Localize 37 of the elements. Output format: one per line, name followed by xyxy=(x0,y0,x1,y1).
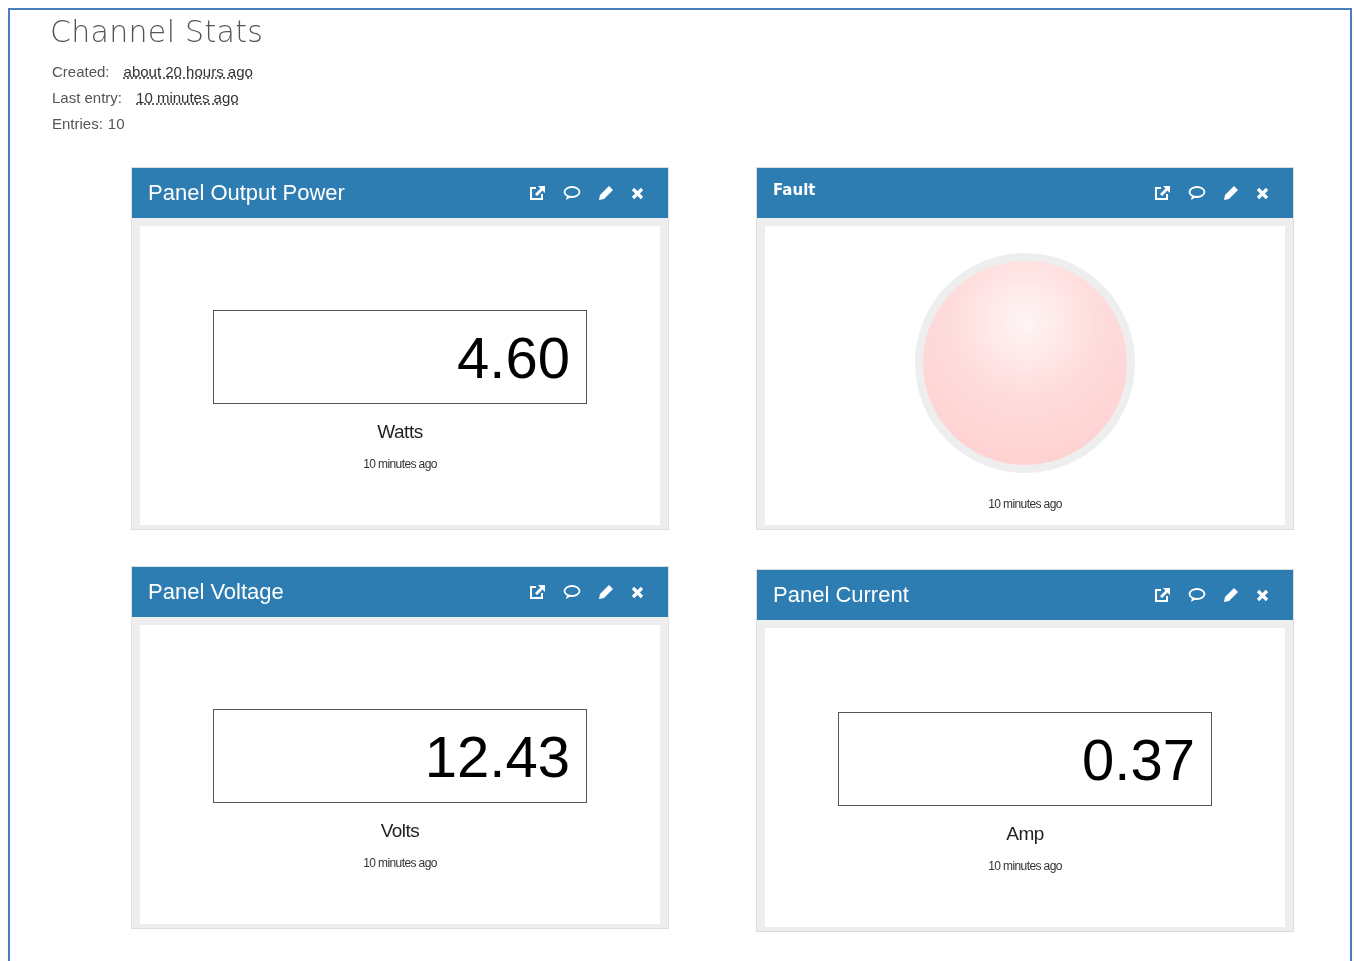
time-link[interactable]: about 20 hours ago xyxy=(123,59,253,85)
unit-label: Watts xyxy=(377,421,423,443)
updated-time: 10 minutes ago xyxy=(363,457,437,471)
pencil-icon[interactable] xyxy=(598,584,614,600)
close-icon[interactable] xyxy=(631,585,644,599)
external-link-icon[interactable] xyxy=(1154,185,1171,201)
widget-title: Fault xyxy=(773,181,817,199)
widget-title: Panel Output Power xyxy=(148,180,346,206)
close-icon[interactable] xyxy=(631,186,644,200)
speech-bubble-icon[interactable] xyxy=(1188,587,1206,603)
speech-bubble-icon[interactable] xyxy=(563,584,581,600)
external-link-icon[interactable] xyxy=(529,584,546,600)
numeric-display: 0.37 xyxy=(838,712,1212,806)
widget-title: Panel Current xyxy=(773,582,910,608)
meta-value: 10 xyxy=(107,114,125,134)
external-link-icon[interactable] xyxy=(1154,587,1171,603)
unit-label: Volts xyxy=(380,820,420,842)
close-icon[interactable] xyxy=(1256,186,1269,200)
updated-time: 10 minutes ago xyxy=(363,856,437,870)
numeric-display: 12.43 xyxy=(213,709,587,803)
meta-label: Entries: xyxy=(52,114,103,134)
pencil-icon[interactable] xyxy=(598,185,614,201)
updated-time: 10 minutes ago xyxy=(988,497,1062,511)
external-link-icon[interactable] xyxy=(529,185,546,201)
time-link[interactable]: 10 minutes ago xyxy=(136,85,239,111)
meta-label: Last entry: xyxy=(52,88,123,108)
speech-bubble-icon[interactable] xyxy=(1188,185,1206,201)
close-icon[interactable] xyxy=(1256,588,1269,602)
pencil-icon[interactable] xyxy=(1223,587,1239,603)
unit-label: Amp xyxy=(1006,823,1044,845)
speech-bubble-icon[interactable] xyxy=(563,185,581,201)
pencil-icon[interactable] xyxy=(1223,185,1239,201)
meta-label: Created: xyxy=(52,62,110,82)
widget-title: Panel Voltage xyxy=(148,579,285,605)
numeric-display: 4.60 xyxy=(213,310,587,404)
page-title: Channel Stats xyxy=(50,14,265,49)
updated-time: 10 minutes ago xyxy=(988,859,1062,873)
